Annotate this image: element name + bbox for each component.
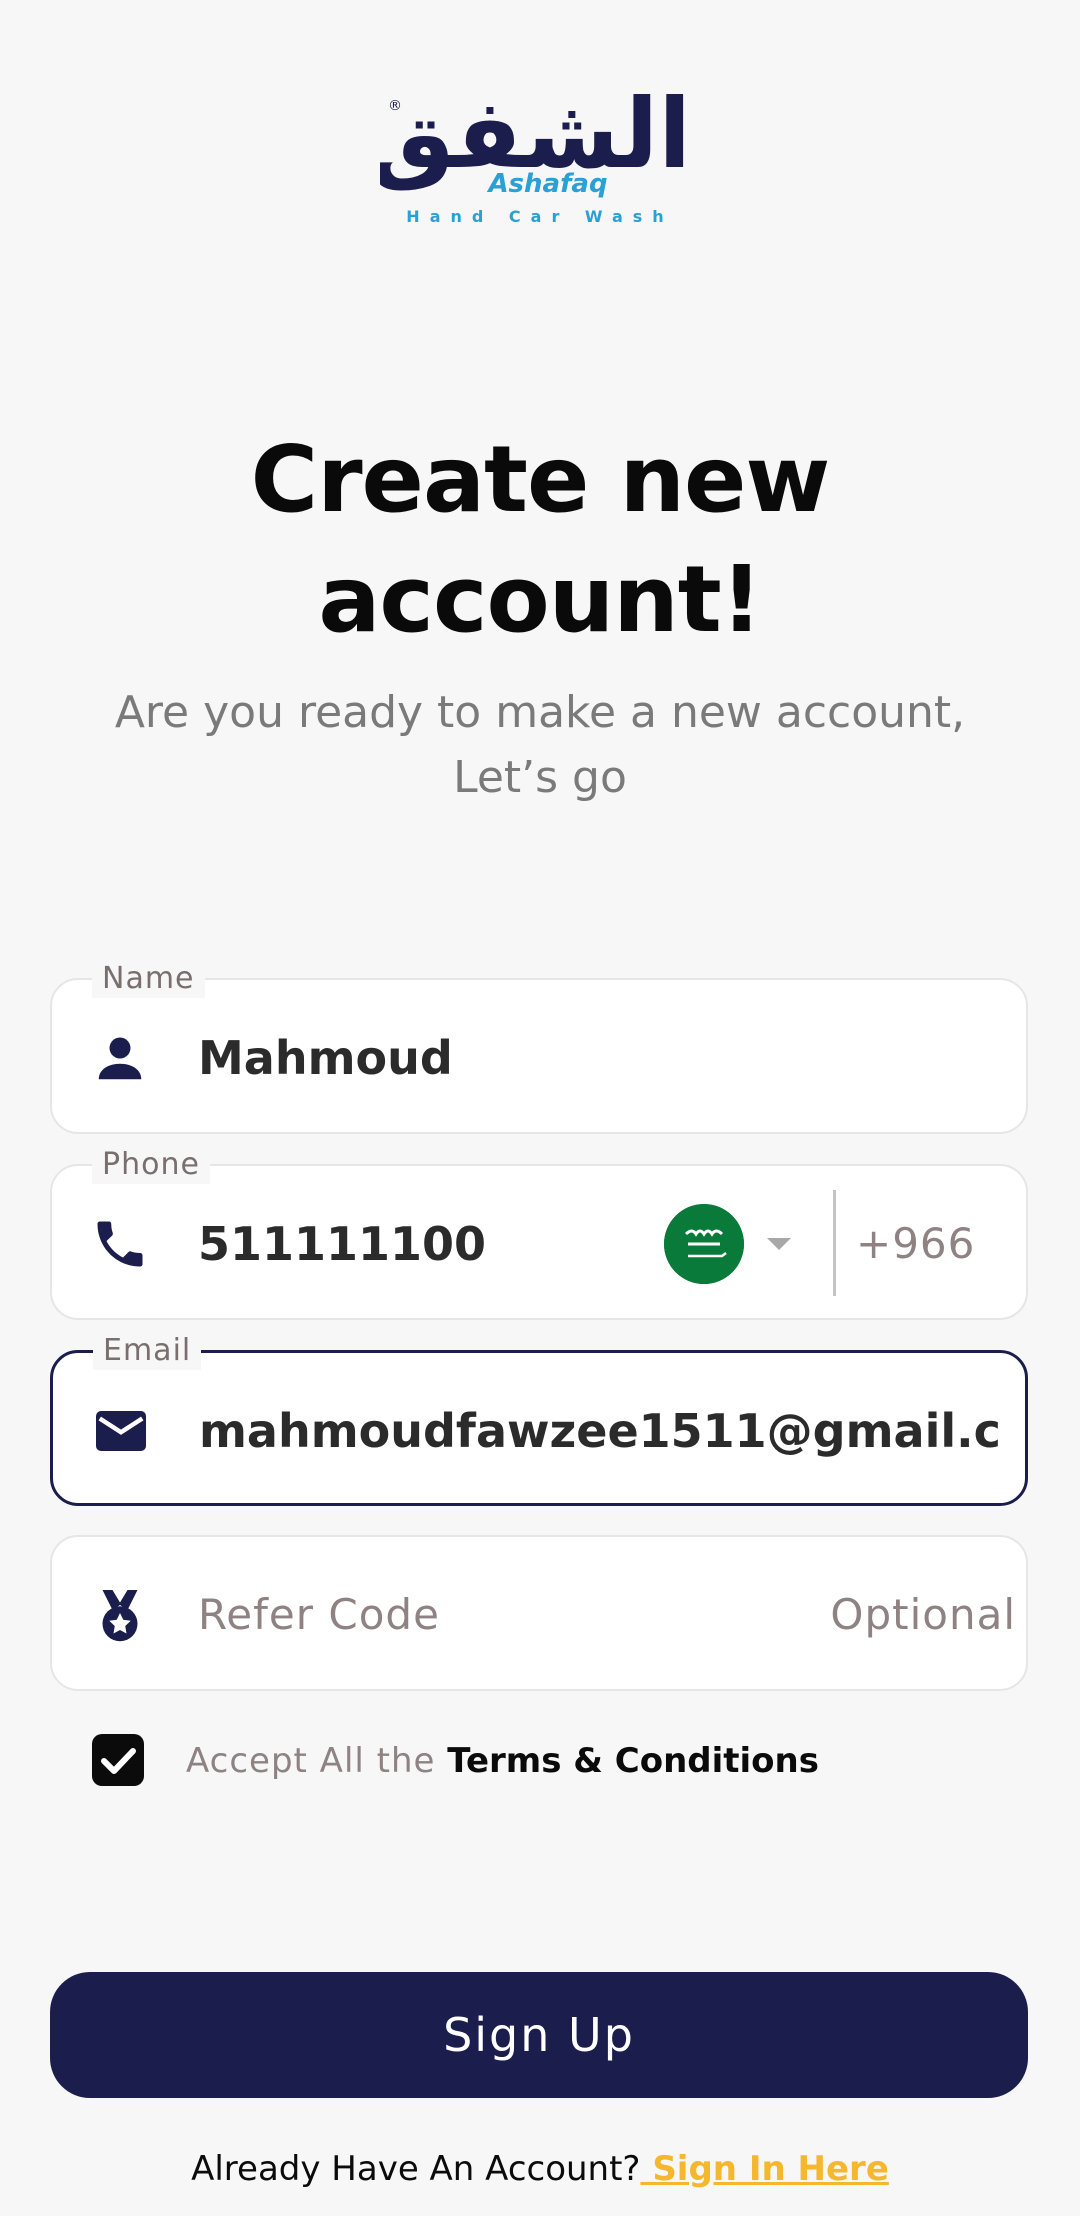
terms-checkbox[interactable] xyxy=(92,1734,144,1786)
terms-text: Accept All the Terms & Conditions xyxy=(186,1736,819,1786)
signup-screen: الشفق ® Ashafaq Hand Car Wash Create new… xyxy=(0,0,1080,2216)
phone-icon xyxy=(90,1214,150,1274)
phone-input[interactable]: 511111100 xyxy=(198,1206,486,1282)
refer-code-field[interactable]: Refer Code Optional xyxy=(50,1535,1028,1691)
terms-prefix: Accept All the xyxy=(186,1741,448,1781)
phone-field[interactable]: Phone 511111100 +966 xyxy=(50,1146,1028,1320)
email-field[interactable]: Email mahmoudfawzee1511@gmail.com xyxy=(50,1332,1028,1506)
mail-icon xyxy=(91,1401,151,1461)
checkmark-icon xyxy=(101,1748,136,1774)
saudi-arabia-flag-icon[interactable] xyxy=(664,1204,744,1284)
logo-brand-text: Ashafaq xyxy=(486,169,607,199)
dial-code: +966 xyxy=(856,1219,976,1268)
medal-icon xyxy=(90,1585,150,1645)
phone-field-label: Phone xyxy=(92,1146,210,1184)
logo-registered-mark: ® xyxy=(388,98,402,114)
email-input[interactable]: mahmoudfawzee1511@gmail.com xyxy=(199,1393,999,1469)
sign-in-prompt: Already Have An Account? Sign In Here xyxy=(0,2144,1080,2194)
refer-code-optional-hint: Optional xyxy=(830,1590,1016,1639)
phone-divider xyxy=(833,1190,836,1296)
chevron-down-icon[interactable] xyxy=(764,1228,794,1258)
page-title: Create new account! xyxy=(0,420,1080,660)
name-field-label: Name xyxy=(92,960,205,998)
logo-tagline: Hand Car Wash xyxy=(406,207,673,226)
page-title-text: Create new account! xyxy=(250,426,831,653)
ashafaq-logo: الشفق ® Ashafaq Hand Car Wash xyxy=(369,62,700,232)
terms-conditions-link[interactable]: Terms & Conditions xyxy=(447,1741,819,1781)
refer-code-input[interactable]: Refer Code xyxy=(198,1577,440,1653)
sign-in-prompt-text: Already Have An Account? xyxy=(191,2149,641,2189)
email-field-label: Email xyxy=(93,1332,202,1370)
sign-in-link[interactable]: Sign In Here xyxy=(640,2149,889,2189)
sign-up-button[interactable]: Sign Up xyxy=(50,1972,1028,2098)
person-icon xyxy=(90,1028,150,1088)
name-input[interactable]: Mahmoud xyxy=(198,1020,453,1096)
page-subtitle: Are you ready to make a new account, Let… xyxy=(114,687,966,803)
name-field[interactable]: Name Mahmoud xyxy=(50,960,1028,1134)
